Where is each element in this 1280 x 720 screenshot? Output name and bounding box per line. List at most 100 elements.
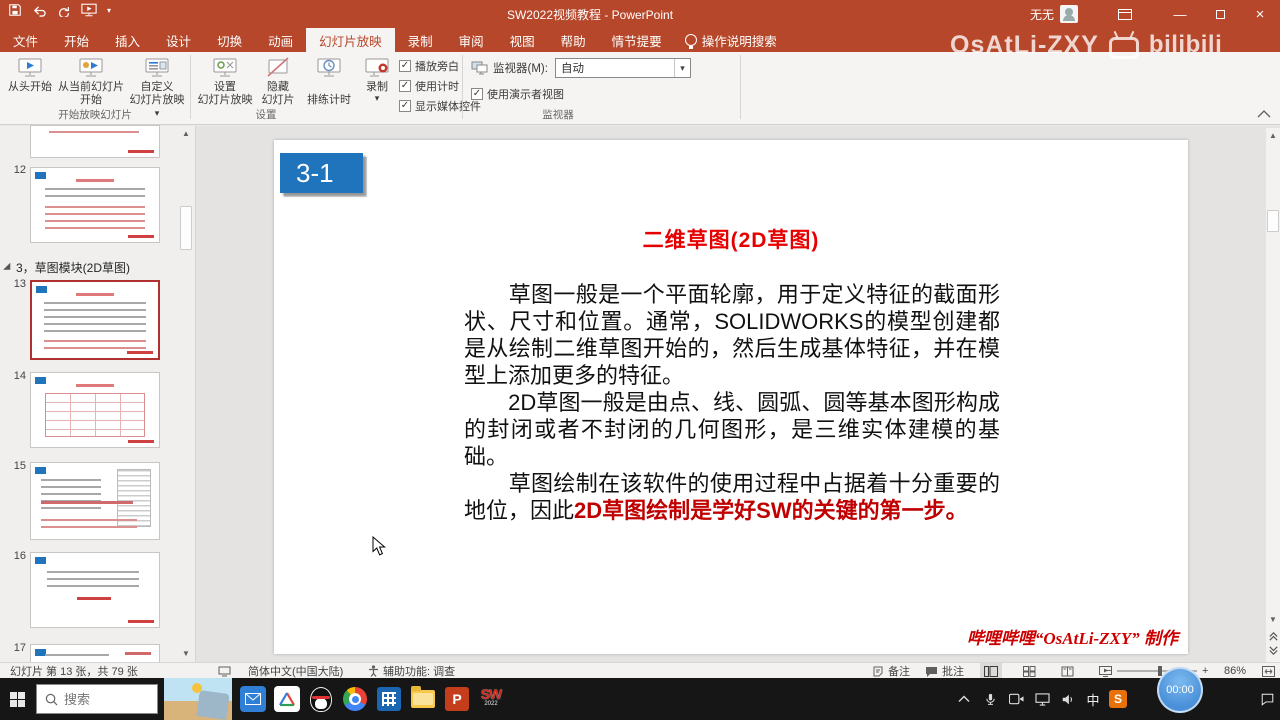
save-icon[interactable] [8, 3, 22, 17]
thumbnail-slide-12[interactable] [30, 167, 160, 243]
notification-center-button[interactable] [1254, 678, 1280, 720]
normal-view-button[interactable] [980, 663, 1002, 679]
screen-list-icon [145, 58, 169, 77]
scroll-down-icon[interactable]: ▼ [179, 646, 193, 662]
tab-file[interactable]: 文件 [0, 28, 51, 52]
account-name[interactable]: 无无 [1030, 6, 1054, 23]
tab-home[interactable]: 开始 [51, 28, 102, 52]
display-settings-icon[interactable] [218, 663, 231, 679]
thumbnail-number: 15 [13, 460, 26, 472]
scroll-down-icon[interactable]: ▼ [1266, 612, 1280, 628]
taskbar-app-solidworks[interactable]: SW 2022 [476, 678, 506, 720]
ribbon-tab-row: 文件 开始 插入 设计 切换 动画 幻灯片放映 录制 审阅 视图 帮助 情节提要… [0, 28, 1280, 52]
monitor-select[interactable]: 自动 ▾ [555, 58, 691, 78]
from-beginning-button[interactable]: 从头开始 [4, 54, 56, 94]
tell-me-label: 操作说明搜索 [701, 34, 777, 49]
setup-slideshow-button[interactable]: 设置 幻灯片放映 [197, 54, 253, 107]
tab-insert[interactable]: 插入 [102, 28, 153, 52]
zoom-out-button[interactable]: − [1105, 663, 1111, 679]
scroll-up-icon[interactable]: ▲ [1266, 128, 1280, 144]
fit-slide-button[interactable] [1262, 663, 1275, 679]
screen-gear-icon [213, 58, 237, 77]
minimize-button[interactable]: — [1160, 0, 1200, 28]
thumbnail-slide-17-partial[interactable] [30, 644, 160, 662]
scrollbar-thumb[interactable] [1267, 210, 1279, 232]
thumbnail-slide-13-selected[interactable] [30, 280, 160, 360]
taskbar-app-powerpoint[interactable]: P [442, 678, 472, 720]
thumbnail-badge [35, 467, 46, 474]
search-icon [45, 693, 58, 705]
slide-position-indicator[interactable]: 幻灯片 第 13 张，共 79 张 [10, 663, 138, 679]
zoom-in-button[interactable]: + [1202, 663, 1208, 679]
recording-timer-overlay[interactable]: 00:00 [1157, 667, 1203, 713]
tab-storyboard[interactable]: 情节提要 [599, 28, 675, 52]
record-button[interactable]: 录制 ▾ [357, 54, 397, 103]
slide-body-text: 草图一般是一个平面轮廓，用于定义特征的截面形状、尺寸和位置。通常，SOLIDWO… [464, 281, 1000, 524]
tab-review[interactable]: 审阅 [446, 28, 497, 52]
tray-display-icon[interactable] [1030, 678, 1054, 720]
next-slide-button[interactable] [1266, 644, 1280, 657]
tray-microphone-icon[interactable] [978, 678, 1002, 720]
tab-design[interactable]: 设计 [153, 28, 204, 52]
tab-animations[interactable]: 动画 [255, 28, 306, 52]
thumbnail-table-preview [45, 393, 145, 437]
tab-view[interactable]: 视图 [497, 28, 548, 52]
taskbar-app-meeting[interactable] [272, 678, 302, 720]
tell-me-search[interactable]: 操作说明搜索 [675, 28, 787, 52]
accessibility-status[interactable]: 辅助功能: 调查 [368, 663, 455, 679]
scroll-up-icon[interactable]: ▲ [179, 126, 193, 142]
thumbnail-slide-15[interactable] [30, 462, 160, 540]
customize-qat-icon[interactable]: ▾ [107, 6, 111, 15]
rehearse-timings-button[interactable]: 排练计时 [303, 54, 355, 107]
thumbnail-slide-14[interactable] [30, 372, 160, 448]
tab-transitions[interactable]: 切换 [204, 28, 255, 52]
tab-record[interactable]: 录制 [395, 28, 446, 52]
use-presenter-view-checkbox[interactable]: ✓ 使用演示者视图 [471, 84, 564, 104]
thumbnail-slide-16[interactable] [30, 552, 160, 628]
slide-canvas[interactable]: 3-1 二维草图(2D草图) 草图一般是一个平面轮廓，用于定义特征的截面形状、尺… [274, 140, 1188, 654]
tray-recorder-icon[interactable] [1004, 678, 1028, 720]
tray-chevron-up[interactable] [952, 678, 976, 720]
taskbar-search[interactable] [36, 684, 158, 714]
start-slideshow-icon[interactable] [81, 3, 97, 17]
weather-widget[interactable] [164, 678, 232, 720]
tab-help[interactable]: 帮助 [548, 28, 599, 52]
zoom-level[interactable]: 86% [1224, 663, 1246, 679]
comments-button[interactable]: 批注 [925, 663, 964, 679]
ime-indicator[interactable]: 中 [1082, 678, 1104, 720]
reading-view-button[interactable] [1056, 663, 1078, 679]
tab-slideshow-active[interactable]: 幻灯片放映 [306, 28, 395, 52]
notes-button[interactable]: 备注 [872, 663, 910, 679]
previous-slide-button[interactable] [1266, 630, 1280, 643]
start-button[interactable] [0, 678, 34, 720]
taskbar-app-chrome[interactable] [340, 678, 370, 720]
avatar[interactable] [1060, 5, 1078, 23]
from-current-slide-button[interactable]: 从当前幻灯片 开始 [56, 54, 126, 107]
taskbar-app-qq[interactable] [306, 678, 336, 720]
slide-sorter-view-button[interactable] [1018, 663, 1040, 679]
scrollbar-thumb[interactable] [180, 206, 192, 250]
hide-slide-button[interactable]: 隐藏 幻灯片 [255, 54, 301, 107]
search-input[interactable] [64, 691, 144, 707]
thumbnail-preview [45, 654, 109, 660]
screen-play-icon [18, 58, 42, 77]
redo-icon[interactable] [57, 4, 71, 17]
close-button[interactable]: × [1240, 0, 1280, 28]
main-scrollbar[interactable]: ▲ ▼ [1266, 128, 1280, 662]
language-indicator[interactable]: 简体中文(中国大陆) [248, 663, 343, 679]
thumbnail-scrollbar[interactable]: ▲ ▼ [179, 126, 193, 662]
taskbar-app-calculator[interactable] [374, 678, 404, 720]
thumbnail-slide-11-partial[interactable] [30, 125, 160, 158]
clock-icon [317, 58, 341, 77]
tray-speaker-icon[interactable] [1056, 678, 1080, 720]
taskbar-app-file-explorer[interactable] [408, 678, 438, 720]
timer-value: 00:00 [1166, 684, 1194, 696]
collapse-ribbon-button[interactable] [1256, 108, 1272, 122]
undo-icon[interactable] [32, 4, 47, 17]
ribbon-display-options-icon[interactable] [1118, 8, 1132, 20]
taskbar-app-mail[interactable] [238, 678, 268, 720]
title-bar: ▾ SW2022视频教程 - PowerPoint 无无 — × [0, 0, 1280, 28]
restore-button[interactable] [1200, 0, 1240, 28]
section-header[interactable]: 3，草图模块(2D草图) [3, 259, 186, 276]
tray-s-app-icon[interactable]: S [1106, 678, 1130, 720]
